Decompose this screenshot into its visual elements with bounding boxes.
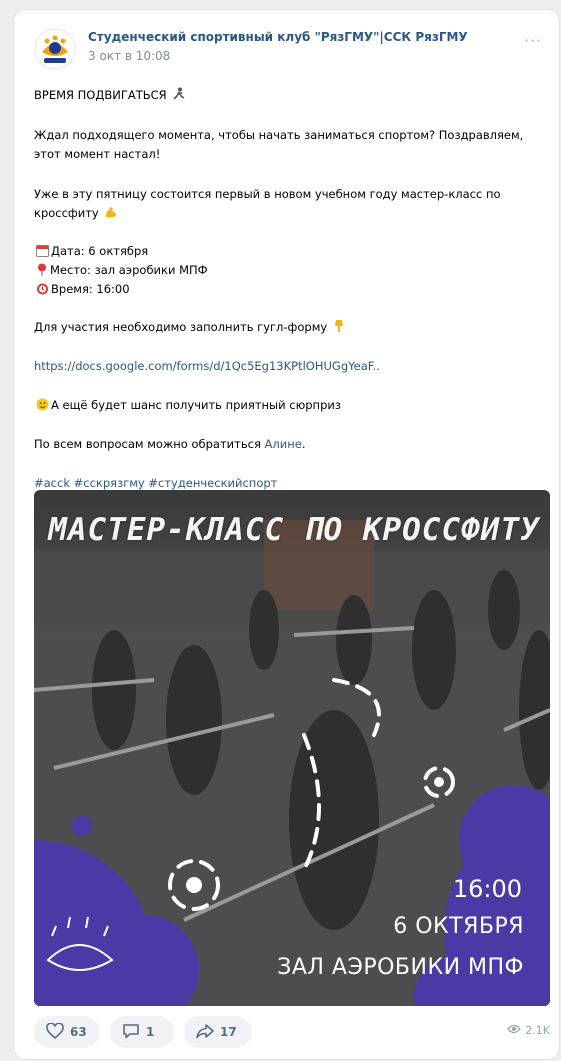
- smiling-face-emoji-icon: [36, 398, 49, 417]
- text-line: Для участия необходимо заполнить гугл-фо…: [34, 318, 347, 339]
- photo-date: 6 ОКТЯБРЯ: [393, 914, 524, 939]
- contact-text: По всем вопросам можно обратиться: [34, 437, 265, 451]
- post-photo[interactable]: МАСТЕР-КЛАСС ПО КРОССФИТУ 16:00 6 ОКТЯБР…: [34, 490, 550, 1006]
- photo-title: МАСТЕР-КЛАСС ПО КРОССФИТУ: [48, 512, 540, 548]
- likes-count: 63: [70, 1025, 87, 1039]
- share-icon: [196, 1023, 214, 1042]
- post-actions: 63 1 17 2.1K: [34, 1016, 554, 1048]
- form-call: Для участия необходимо заполнить гугл-фо…: [34, 320, 328, 334]
- post-date[interactable]: 3 окт в 10:08: [88, 49, 170, 63]
- photo-time: 16:00: [452, 875, 522, 903]
- person-running-emoji-icon: [172, 87, 186, 107]
- text-heading: ВРЕМЯ ПОДВИГАТЬСЯ: [34, 88, 167, 102]
- event-time: Время: 16:00: [51, 282, 130, 296]
- google-form-link[interactable]: https://docs.google.com/forms/d/1Qc5Eg13…: [34, 357, 380, 376]
- surprise-text: А ещё будет шанс получить приятный сюрпр…: [51, 398, 341, 412]
- text-line: Время: 16:00: [34, 280, 130, 301]
- heart-icon: [46, 1021, 64, 1042]
- alarm-clock-emoji-icon: [36, 282, 49, 301]
- event-date: Дата: 6 октября: [51, 244, 149, 258]
- text-line: А ещё будет шанс получить приятный сюрпр…: [34, 396, 341, 417]
- text-line: Место: зал аэробики МПФ: [34, 261, 208, 282]
- post-card: Студенческий спортивный клуб "РязГМУ"|СС…: [14, 10, 559, 1059]
- group-name-link[interactable]: Студенческий спортивный клуб "РязГМУ"|СС…: [88, 30, 468, 44]
- text-line: Дата: 6 октября: [34, 242, 148, 263]
- views-counter: 2.1K: [507, 1024, 550, 1037]
- text-line: По всем вопросам можно обратиться Алине.: [34, 435, 305, 454]
- share-button[interactable]: 17: [184, 1016, 252, 1048]
- group-avatar[interactable]: [34, 28, 76, 70]
- comment-button[interactable]: 1: [110, 1016, 174, 1048]
- contact-text-end: .: [301, 437, 306, 451]
- shares-count: 17: [220, 1025, 237, 1039]
- post-header: Студенческий спортивный клуб "РязГМУ"|СС…: [34, 28, 554, 78]
- text-crossfit: кроссфиту: [34, 206, 99, 220]
- text-line: этот момент настал!: [34, 147, 161, 161]
- text-line: кроссфиту: [34, 204, 120, 225]
- text-line: Ждал подходящего момента, чтобы начать з…: [34, 128, 524, 142]
- more-options-icon[interactable]: ···: [524, 33, 546, 49]
- like-button[interactable]: 63: [34, 1016, 100, 1048]
- flexed-biceps-emoji-icon: [104, 205, 118, 225]
- text-line: Уже в эту пятницу состоится первый в нов…: [34, 187, 501, 201]
- views-count: 2.1K: [525, 1024, 550, 1037]
- comment-icon: [122, 1023, 140, 1042]
- text-line: ВРЕМЯ ПОДВИГАТЬСЯ: [34, 86, 188, 107]
- eye-icon: [507, 1024, 522, 1037]
- photo-place: ЗАЛ АЭРОБИКИ МПФ: [277, 955, 524, 980]
- event-place: Место: зал аэробики МПФ: [50, 263, 208, 277]
- comments-count: 1: [146, 1025, 155, 1039]
- contact-mention-link[interactable]: Алине: [265, 437, 302, 451]
- pointing-down-emoji-icon: [333, 319, 345, 339]
